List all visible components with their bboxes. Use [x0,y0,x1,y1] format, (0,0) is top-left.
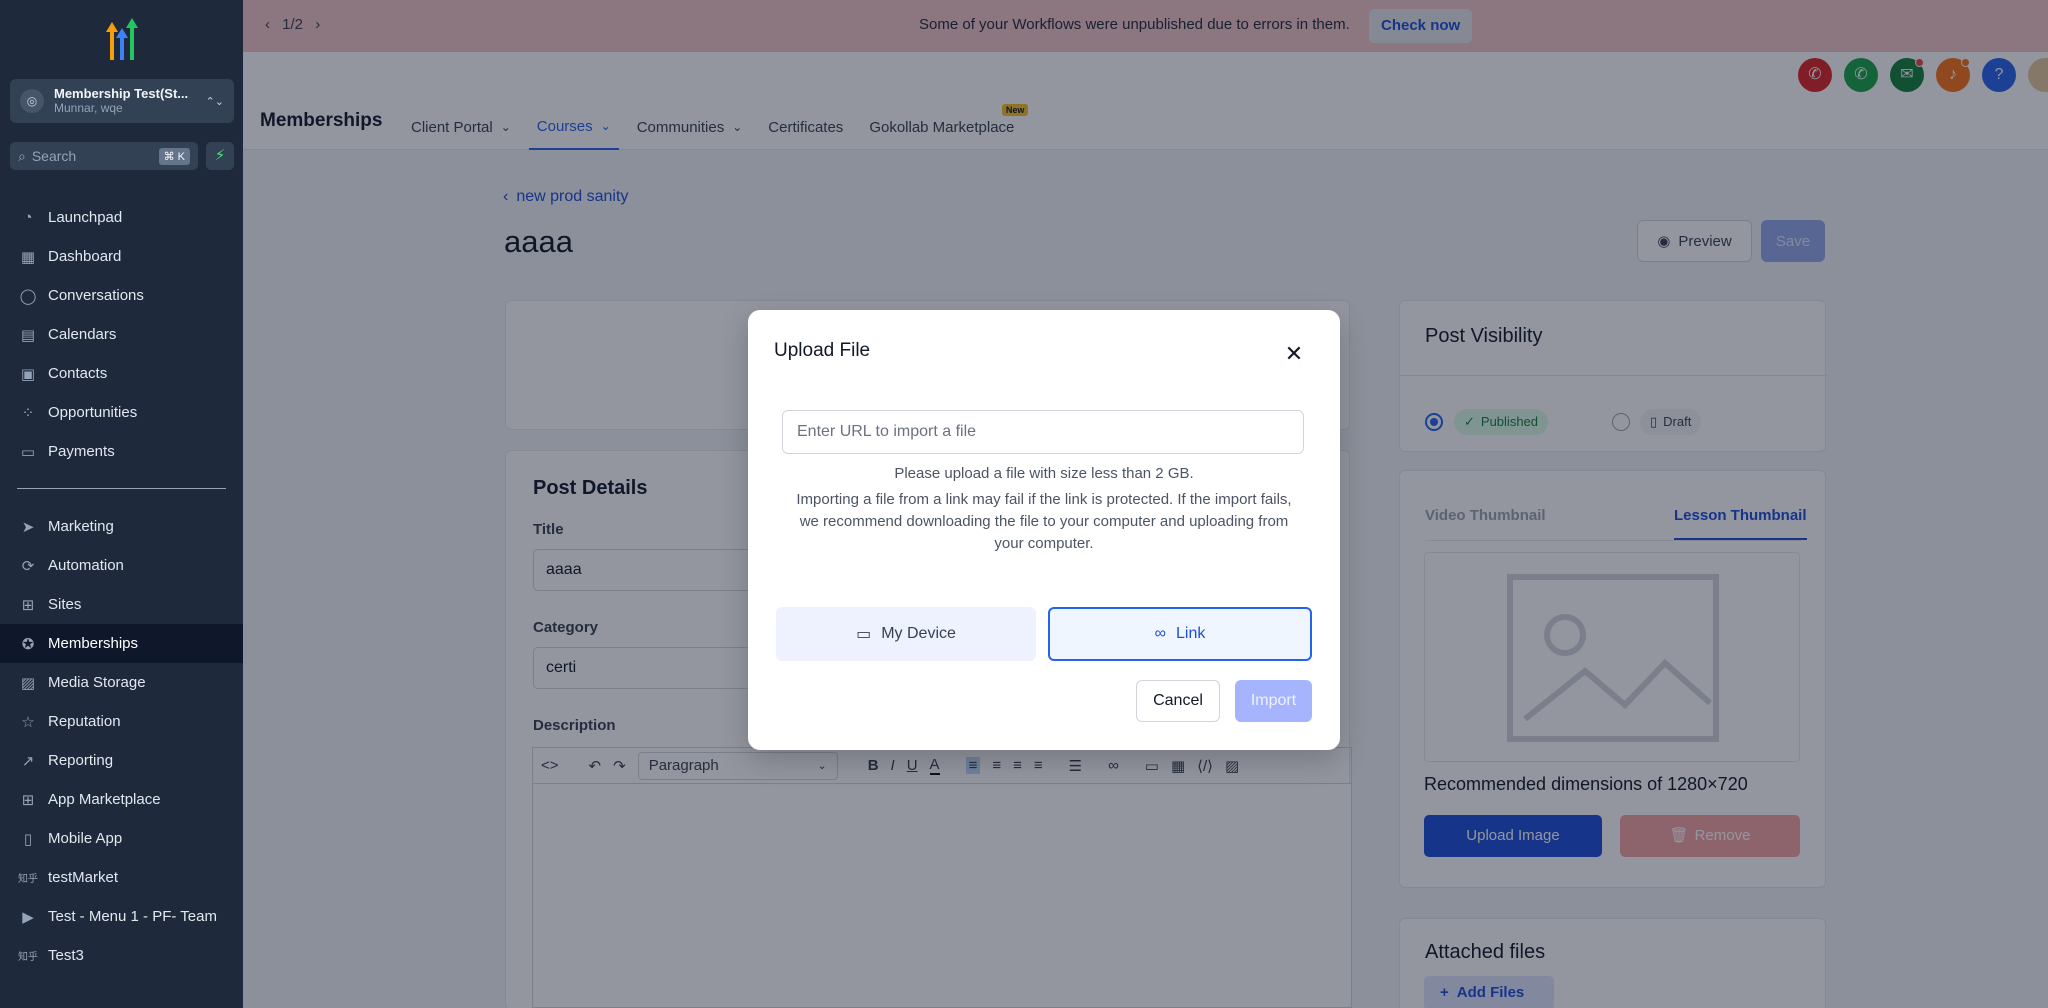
sidebar-item-testmarket[interactable]: 知乎 testMarket [0,858,243,897]
sidebar-item-test3[interactable]: 知乎 Test3 [0,936,243,975]
link-icon: ∞ [1154,625,1167,642]
link-hint: Importing a file from a link may fail if… [796,491,1292,552]
sidebar-nav-primary: ◔ Launchpad ▦ Dashboard ◯ Conversations ▤ Ca… [0,198,243,471]
modal-title: Upload File [774,340,871,361]
send-icon: ➤ [21,518,35,536]
payments-icon: ▭ [20,443,36,461]
upload-file-modal: Upload File ✕ Please upload a file with … [748,310,1340,750]
sidebar-item-dashboard[interactable]: ▦ Dashboard [0,237,243,276]
search-placeholder: Search [31,148,77,164]
sidebar-divider [17,488,226,489]
url-input[interactable] [782,410,1304,454]
size-hint: Please upload a file with size less than… [894,465,1194,482]
trend-icon: ↗ [21,752,35,770]
sites-icon: ⊞ [21,596,35,614]
sidebar-item-reputation[interactable]: ☆ Reputation [0,702,243,741]
import-button[interactable]: Import [1235,680,1312,722]
calendar-icon: ▤ [20,326,36,344]
sidebar-item-media-storage[interactable]: ▨ Media Storage [0,663,243,702]
sidebar-item-launchpad[interactable]: ◔ Launchpad [0,198,243,237]
award-icon: ✪ [21,635,35,653]
account-switcher[interactable]: ◎ Membership Test(St... Munnar, wqe ⌃⌄ [10,79,234,123]
sidebar-item-mobile-app[interactable]: ▯ Mobile App [0,819,243,858]
link-button[interactable]: ∞ Link [1048,607,1312,661]
my-device-button[interactable]: ▭ My Device [776,607,1036,661]
launchpad-icon: ◔ [23,209,33,226]
zhihu-icon: 知乎 [18,952,38,963]
sidebar: ◎ Membership Test(St... Munnar, wqe ⌃⌄ ⌕… [0,0,243,1008]
automation-icon: ⟳ [21,557,35,575]
sidebar-item-reporting[interactable]: ↗ Reporting [0,741,243,780]
account-avatar: ◎ [20,89,44,113]
close-icon[interactable]: ✕ [1282,342,1306,366]
sidebar-item-marketing[interactable]: ➤ Marketing [0,507,243,546]
app-logo [106,18,138,60]
chat-icon: ◯ [19,287,37,305]
sidebar-item-conversations[interactable]: ◯ Conversations [0,276,243,315]
sidebar-search[interactable]: ⌕ Search ⌘ K [10,142,198,170]
search-icon: ⌕ [18,147,26,164]
account-location: Munnar, wqe [54,101,123,115]
image-icon: ▨ [20,674,36,692]
cancel-button[interactable]: Cancel [1136,680,1220,722]
star-icon: ☆ [21,713,35,731]
sidebar-item-opportunities[interactable]: ⁘ Opportunities [0,393,243,432]
dashboard-icon: ▦ [20,248,36,266]
quick-actions-button[interactable]: ⚡ [206,142,234,170]
sidebar-item-automation[interactable]: ⟳ Automation [0,546,243,585]
opportunities-icon: ⁘ [21,404,35,422]
phone-icon: ▯ [23,830,33,848]
grid-icon: ⊞ [21,791,35,809]
sidebar-item-test-menu[interactable]: ▶ Test - Menu 1 - PF- Team [0,897,243,936]
account-name: Membership Test(St... [54,86,189,101]
zhihu-icon: 知乎 [18,874,38,885]
bolt-icon: ⚡ [214,147,226,164]
sidebar-item-sites[interactable]: ⊞ Sites [0,585,243,624]
sidebar-item-app-marketplace[interactable]: ⊞ App Marketplace [0,780,243,819]
sidebar-item-payments[interactable]: ▭ Payments [0,432,243,471]
sidebar-item-calendars[interactable]: ▤ Calendars [0,315,243,354]
sidebar-item-memberships[interactable]: ✪ Memberships [0,624,243,663]
sidebar-nav-secondary: ➤ Marketing ⟳ Automation ⊞ Sites ✪ Membershi… [0,507,243,975]
contacts-icon: ▣ [20,365,36,383]
search-shortcut: ⌘ K [158,147,190,165]
youtube-icon: ▶ [22,908,34,926]
chevron-updown-icon: ⌃⌄ [205,95,224,108]
sidebar-item-contacts[interactable]: ▣ Contacts [0,354,243,393]
video-camera-icon: ▭ [856,626,872,643]
